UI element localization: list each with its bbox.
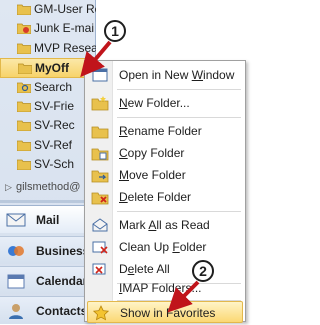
- step-two-marker: 2: [192, 260, 214, 282]
- step-one-arrow: [80, 40, 112, 78]
- step-two-arrow: [167, 280, 200, 313]
- step-one-marker: 1: [104, 20, 126, 42]
